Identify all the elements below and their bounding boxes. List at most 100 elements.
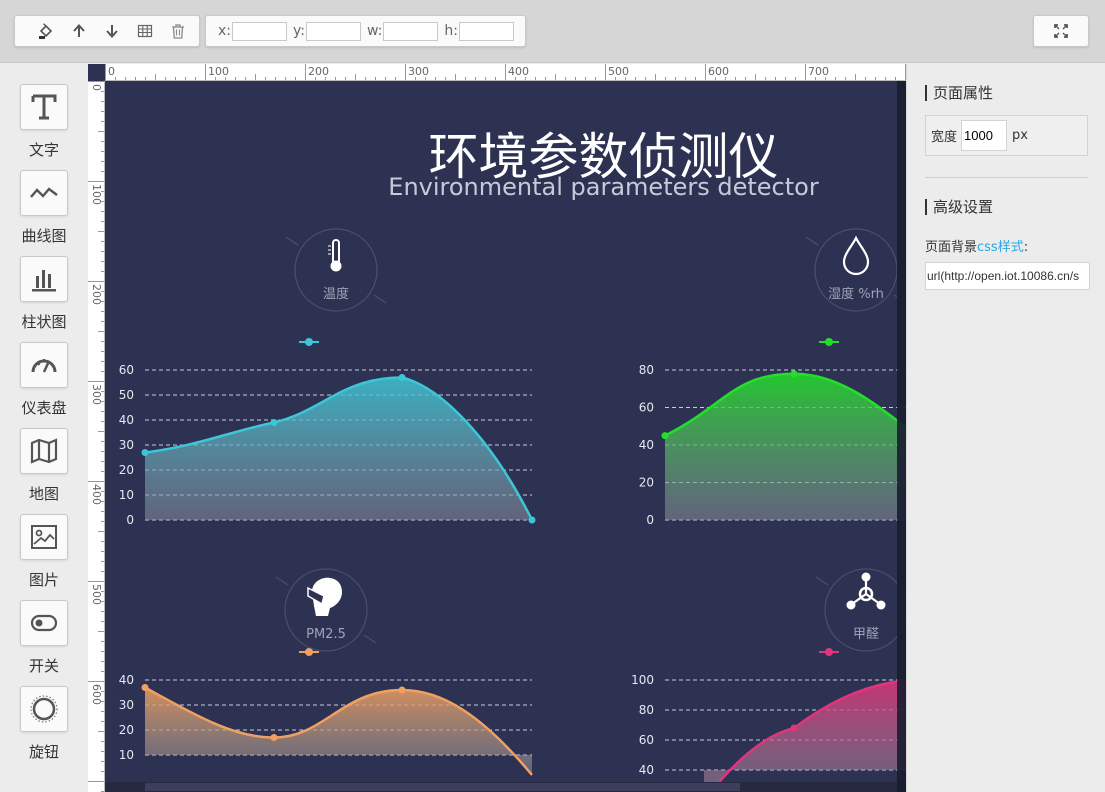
background-css-input[interactable]: [925, 262, 1090, 290]
ruler-label: 300: [408, 65, 429, 78]
y-tick-label: 40: [119, 673, 134, 687]
thermometer-icon: [328, 239, 342, 272]
component-line-chart[interactable]: 曲线图: [20, 170, 68, 246]
fullscreen-button[interactable]: [1033, 15, 1089, 47]
molecule-icon: [846, 572, 886, 610]
y-tick-label: 10: [119, 748, 134, 762]
ruler-vertical-svg: 0 100 200 300 400 500 600: [88, 81, 104, 792]
css-style-link[interactable]: css样式: [977, 240, 1024, 255]
component-map[interactable]: 地图: [20, 428, 68, 504]
component-switch-box[interactable]: [20, 600, 68, 646]
arrow-up-icon: [72, 24, 85, 37]
top-toolbar: x: y: w: h:: [0, 0, 1105, 63]
h-label: h:: [444, 23, 458, 39]
component-line-chart-label: 曲线图: [21, 227, 67, 245]
h-input[interactable]: [459, 21, 514, 41]
component-bar-chart-box[interactable]: [20, 256, 68, 302]
trash-icon: [171, 24, 184, 39]
background-label-text: 页面背景: [925, 240, 978, 255]
component-gauge[interactable]: 仪表盘: [20, 342, 68, 418]
component-text[interactable]: 文字: [20, 84, 68, 160]
ruler-label: 300: [90, 384, 103, 405]
component-line-chart-box[interactable]: [20, 170, 68, 216]
widget-ring-tick: [363, 634, 377, 644]
y-tick-label: 20: [119, 723, 134, 737]
data-point: [528, 516, 536, 524]
y-input[interactable]: [306, 21, 361, 41]
ruler-label: 100: [90, 184, 103, 205]
widget-ring-tick: [805, 236, 819, 246]
component-knob[interactable]: 旋钮: [20, 686, 68, 762]
ruler-label: 500: [90, 584, 103, 605]
component-knob-box[interactable]: [20, 686, 68, 732]
fullscreen-icon: [1054, 24, 1068, 38]
y-tick-label: 50: [119, 388, 134, 402]
legend-marker: [825, 338, 833, 346]
component-bar-chart[interactable]: 柱状图: [20, 256, 68, 332]
y-tick-label: 60: [119, 363, 134, 377]
component-switch[interactable]: 开关: [20, 600, 68, 676]
legend-marker: [305, 648, 313, 656]
map-icon: [30, 438, 58, 464]
background-label-colon: :: [1023, 240, 1029, 255]
delete-button[interactable]: [161, 16, 194, 46]
legend-marker: [825, 648, 833, 656]
component-image-label: 图片: [28, 571, 59, 589]
component-image[interactable]: 图片: [20, 514, 68, 590]
page-subtitle[interactable]: Environmental parameters detector: [105, 173, 906, 201]
vertical-scrollbar[interactable]: [897, 81, 906, 792]
w-input[interactable]: [383, 21, 439, 41]
component-gauge-box[interactable]: [20, 342, 68, 388]
ruler-horizontal: 0 100 200 300 400 500 600 700: [105, 64, 906, 81]
component-text-box[interactable]: [20, 84, 68, 130]
y-tick-label: 60: [639, 733, 654, 747]
grid-button[interactable]: [128, 16, 161, 46]
panel-divider: [925, 177, 1088, 178]
component-image-box[interactable]: [20, 514, 68, 560]
ruler-label: 0: [108, 65, 115, 78]
widget-ring-tick: [815, 576, 829, 586]
y-tick-label: 10: [119, 488, 134, 502]
data-point: [270, 734, 278, 741]
ruler-label: 0: [90, 84, 103, 91]
component-map-box[interactable]: [20, 428, 68, 474]
design-canvas[interactable]: 0 10 20 30 40 50 60 温度 0 20 40 60 80 湿度 %rh 10 20 30 40 PM…: [105, 81, 906, 792]
advanced-settings-title: 高级设置: [925, 199, 993, 215]
series-area: [665, 373, 906, 520]
fill-button[interactable]: [29, 16, 62, 46]
y-tick-label: 100: [631, 673, 654, 687]
coordinates-group: x: y: w: h:: [205, 15, 526, 47]
data-point: [141, 449, 149, 456]
y-tick-label: 80: [639, 363, 654, 377]
x-coord: x:: [218, 21, 288, 41]
component-text-label: 文字: [28, 141, 59, 159]
x-label: x:: [218, 23, 232, 39]
y-tick-label: 40: [639, 763, 654, 777]
component-knob-label: 旋钮: [28, 743, 59, 761]
ruler-label: 700: [808, 65, 829, 78]
move-up-button[interactable]: [62, 16, 95, 46]
width-label: 宽度: [931, 130, 958, 145]
w-label: w:: [367, 23, 383, 39]
knob-icon: [30, 695, 58, 723]
component-bar-chart-label: 柱状图: [21, 313, 67, 331]
data-point: [661, 432, 669, 440]
y-tick-label: 20: [639, 476, 654, 490]
horizontal-scrollbar-thumb[interactable]: [145, 783, 740, 791]
ruler-horizontal-svg: 0 100 200 300 400 500 600 700: [105, 64, 906, 80]
switch-icon: [30, 614, 58, 632]
data-point: [790, 724, 798, 732]
ruler-vertical: 0 100 200 300 400 500 600: [88, 81, 105, 792]
bar-chart-icon: [32, 270, 56, 292]
ruler-corner: [88, 64, 105, 81]
x-input[interactable]: [232, 21, 288, 41]
component-gauge-label: 仪表盘: [21, 399, 67, 417]
widget-label: 温度: [323, 286, 349, 302]
gauge-icon: [31, 359, 57, 373]
width-input[interactable]: [961, 120, 1008, 151]
move-down-button[interactable]: [95, 16, 128, 46]
y-tick-label: 40: [119, 413, 134, 427]
w-coord: w:: [367, 21, 439, 41]
image-icon: [31, 525, 57, 549]
widget-ring-tick: [373, 294, 387, 304]
